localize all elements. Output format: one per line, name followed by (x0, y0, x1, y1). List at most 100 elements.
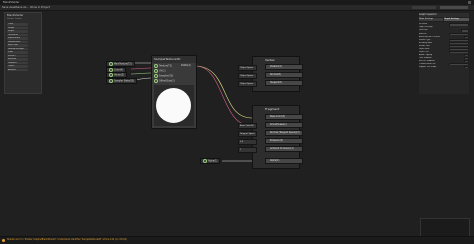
port-icon (154, 69, 158, 73)
main-preview[interactable] (420, 218, 470, 238)
block-label: Position(3) (270, 65, 282, 68)
property-item[interactable]: Gradient (7, 61, 28, 65)
input-port[interactable]: Sampler(SS) (154, 74, 174, 78)
port-label: Texture(T2) (159, 64, 173, 68)
row-label: Surface Type (419, 38, 431, 41)
block-label: Alpha(1) (270, 159, 280, 162)
row-label: Support VFX Graph (419, 65, 437, 68)
input-field[interactable]: Tangent Space (238, 131, 257, 137)
input-field[interactable]: Object Space (238, 65, 257, 71)
alpha-property-node[interactable]: Alpha(1) (200, 158, 221, 164)
row-label: Material (419, 32, 427, 35)
inspector-row[interactable]: Universal (419, 29, 469, 32)
port-icon (154, 79, 158, 83)
port-icon (109, 73, 113, 77)
tab-graph-settings[interactable]: Graph Settings (444, 18, 469, 22)
property-item[interactable]: Smoothness (7, 40, 28, 44)
row-label: Alpha Clipping (419, 53, 432, 56)
vertex-block-tangent[interactable]: Object Space Tangent(3) (238, 80, 303, 87)
property-item[interactable]: Texture2D (7, 33, 28, 37)
row-label: Receive Shadows (419, 59, 435, 62)
port-icon (109, 62, 113, 66)
input-port[interactable]: Texture(T2) (154, 64, 173, 68)
blackboard-panel: BlankShader Shader Graphs Color Shape St… (4, 12, 42, 94)
fragment-block-emission[interactable]: 0.5 Emission(3) (238, 138, 303, 145)
port-label: Sampler(SS) (159, 74, 174, 78)
inspector-title: Graph Inspector (419, 13, 469, 17)
row-label: Render Face (419, 44, 431, 47)
warning-icon (2, 238, 5, 242)
row-label: Cast Shadows (419, 56, 432, 59)
property-item[interactable]: Boolean (7, 58, 28, 61)
port-icon (154, 64, 158, 68)
property-item[interactable]: Vector1 (7, 54, 28, 58)
property-item[interactable]: Stripe (7, 30, 28, 33)
input-field[interactable]: Base Color(4) (238, 123, 257, 129)
sphere-preview (156, 88, 191, 123)
input-field[interactable]: Object Space (238, 73, 257, 79)
input-port[interactable]: UV(2) (154, 69, 166, 73)
row-label: Custom Editor GUI (419, 62, 436, 65)
fragment-block-ao[interactable]: 1 Ambient Occlusion(1) (238, 146, 303, 153)
block-label: Normal(3) (270, 73, 282, 76)
property-item[interactable]: Shape (7, 26, 28, 30)
property-item[interactable]: Color (7, 23, 28, 26)
fragment-block-normal[interactable]: Tangent Space Normal (Tangent Space)(3) (238, 130, 303, 137)
row-label: Allow Material Override (419, 35, 441, 38)
row-value[interactable] (461, 29, 469, 32)
port-icon (203, 159, 207, 163)
row-label: Target Settings (419, 26, 433, 28)
input-port[interactable]: Offset/Size(2) (154, 79, 175, 83)
row-label: Universal (419, 29, 428, 31)
property-label: Alpha(1) (208, 159, 218, 163)
row-label: Depth Write (419, 47, 430, 50)
status-message[interactable]: Shader error in 'Shader Graphs/BlankShad… (7, 237, 127, 243)
blackboard-subtitle: Shader Graphs (7, 18, 22, 20)
wire-vector (130, 72, 152, 75)
vertex-stack: Vertex Object Space Position(3) Object Sp… (238, 56, 303, 92)
input-field[interactable]: 0.5 (238, 139, 257, 145)
wire-color (130, 67, 152, 70)
property-item[interactable]: Amount (7, 68, 28, 72)
vertex-title: Vertex (265, 58, 275, 62)
port-icon (154, 74, 158, 78)
graph-inspector-panel: Graph Inspector Node Settings Graph Sett… (417, 12, 471, 238)
fragment-stack: Fragment Base Color(3) Base Color(4) Smoo… (238, 105, 303, 169)
property-item[interactable]: MainTexture (7, 37, 28, 40)
block-label: Normal (Tangent Space)(3) (270, 131, 300, 134)
property-item[interactable]: Color2 (7, 65, 28, 68)
fragment-title: Fragment (265, 107, 280, 111)
vertex-block-normal[interactable]: Object Space Normal(3) (238, 72, 303, 79)
blackboard-title: BlankShader (7, 14, 24, 17)
property-item[interactable]: Float (7, 51, 28, 54)
fragment-block-alpha[interactable]: Alpha(1) (265, 158, 303, 164)
block-label: Base Color(3) (270, 115, 285, 118)
row-label: Blending Mode (419, 41, 433, 44)
input-field[interactable]: 1 (238, 147, 257, 153)
fragment-block-basecolor[interactable]: Base Color(3) (265, 114, 303, 120)
preview-area (154, 85, 194, 126)
vertex-block-position[interactable]: Object Space Position(3) (238, 64, 303, 71)
port-label: UV(2) (159, 69, 166, 73)
sampler-property-node[interactable]: Sampler State(SS) (106, 78, 138, 84)
row-value[interactable] (464, 65, 469, 69)
input-field[interactable]: Object Space (238, 81, 257, 87)
wires (130, 62, 253, 162)
property-label: Vector(2) (114, 73, 125, 77)
property-item[interactable]: BaseColor (7, 44, 28, 47)
property-label: Sampler State(SS) (114, 79, 135, 83)
rgba-output-port[interactable]: RGBA(4) (181, 64, 191, 67)
block-label: Emission(3) (270, 139, 283, 142)
property-label: MainTexture(T2) (114, 62, 132, 66)
row-label: Depth Test (419, 50, 429, 53)
block-label: Ambient Occlusion(1) (270, 147, 294, 150)
inspector-row[interactable]: Support VFX Graph (419, 65, 469, 69)
tab-node-settings[interactable]: Node Settings (419, 18, 443, 22)
port-label: Offset/Size(2) (159, 79, 175, 83)
port-icon (109, 79, 113, 83)
port-label: RGBA(4) (181, 64, 191, 67)
block-label: Smoothness(1) (270, 123, 287, 126)
block-label: Tangent(3) (270, 81, 282, 84)
fragment-block-smoothness[interactable]: Base Color(4) Smoothness(1) (238, 122, 303, 129)
property-item[interactable]: NormalStrength (7, 47, 28, 51)
